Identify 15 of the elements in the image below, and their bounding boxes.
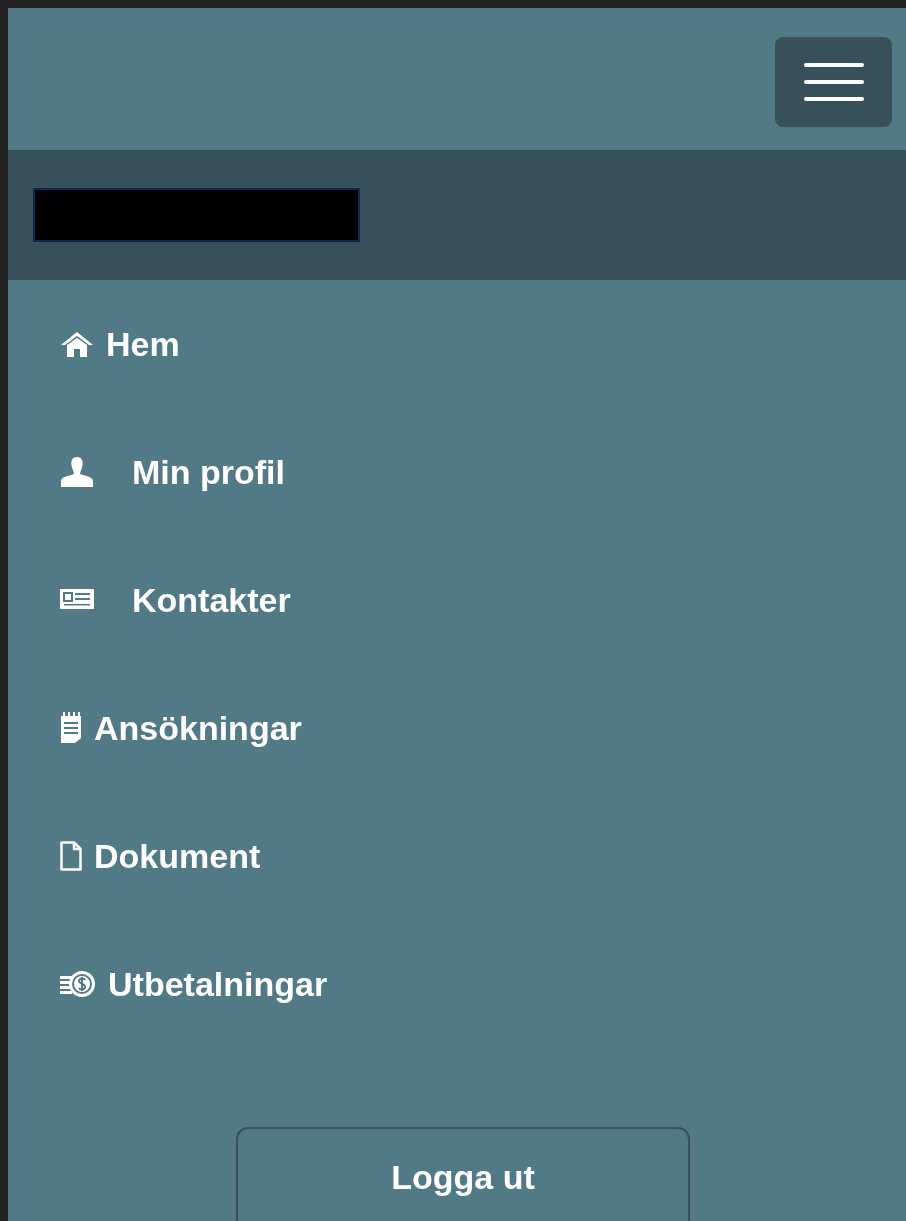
nav-link[interactable]: Min profil — [8, 408, 906, 536]
nav-link[interactable]: Utbetalningar — [8, 920, 906, 1048]
nav-link[interactable]: Kontakter — [8, 536, 906, 664]
menu-button[interactable] — [775, 37, 892, 127]
money-icon — [60, 970, 96, 998]
id-card-icon — [60, 589, 94, 611]
nav-link[interactable]: Dokument — [8, 792, 906, 920]
person-icon — [60, 457, 94, 487]
notepad-icon — [60, 712, 82, 744]
menu-icon — [803, 63, 864, 101]
nav-link[interactable]: Ansökningar — [8, 664, 906, 792]
house-icon — [60, 331, 94, 357]
document-icon — [60, 841, 82, 871]
logout-button[interactable]: Logga ut — [236, 1127, 690, 1221]
nav-link[interactable]: Hem — [8, 280, 906, 408]
